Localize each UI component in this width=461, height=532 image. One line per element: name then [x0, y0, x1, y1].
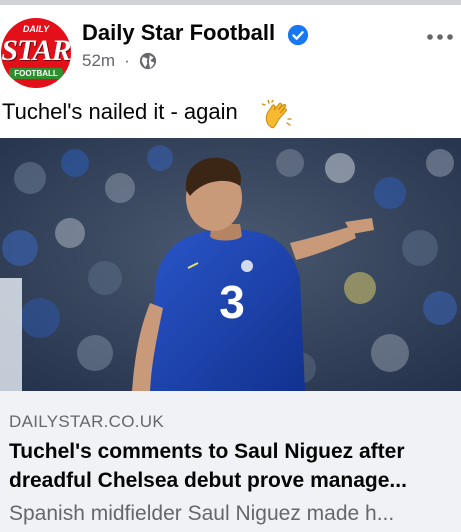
- more-options-icon[interactable]: [425, 29, 455, 45]
- top-divider: [0, 0, 461, 5]
- svg-text:3: 3: [219, 276, 245, 328]
- avatar-logo-text: STAR: [1, 34, 71, 67]
- page-name-link[interactable]: Daily Star Football: [82, 20, 275, 46]
- post-meta: 52m ·: [82, 51, 157, 71]
- post-caption: Tuchel's nailed it - again: [2, 99, 238, 124]
- globe-icon: [139, 52, 156, 70]
- meta-separator: ·: [124, 51, 130, 70]
- player-photo: 3: [0, 138, 461, 391]
- link-headline[interactable]: Tuchel's comments to Saul Niguez after d…: [9, 437, 459, 495]
- link-domain: DAILYSTAR.CO.UK: [9, 412, 165, 431]
- avatar-band-text: FOOTBALL: [9, 68, 63, 79]
- clapping-hands-icon: [262, 100, 292, 129]
- avatar-top-text: DAILY: [22, 24, 50, 34]
- link-description: Spanish midfielder Saul Niguez made h...: [9, 502, 395, 525]
- post-timestamp[interactable]: 52m: [82, 51, 115, 71]
- page-avatar[interactable]: DAILY STAR FOOTBALL: [1, 18, 71, 88]
- link-preview-image[interactable]: 3: [0, 138, 461, 391]
- headline-line-2: dreadful Chelsea debut prove manage...: [9, 469, 407, 492]
- verified-badge-icon: [287, 24, 309, 46]
- headline-line-1: Tuchel's comments to Saul Niguez after: [9, 440, 405, 463]
